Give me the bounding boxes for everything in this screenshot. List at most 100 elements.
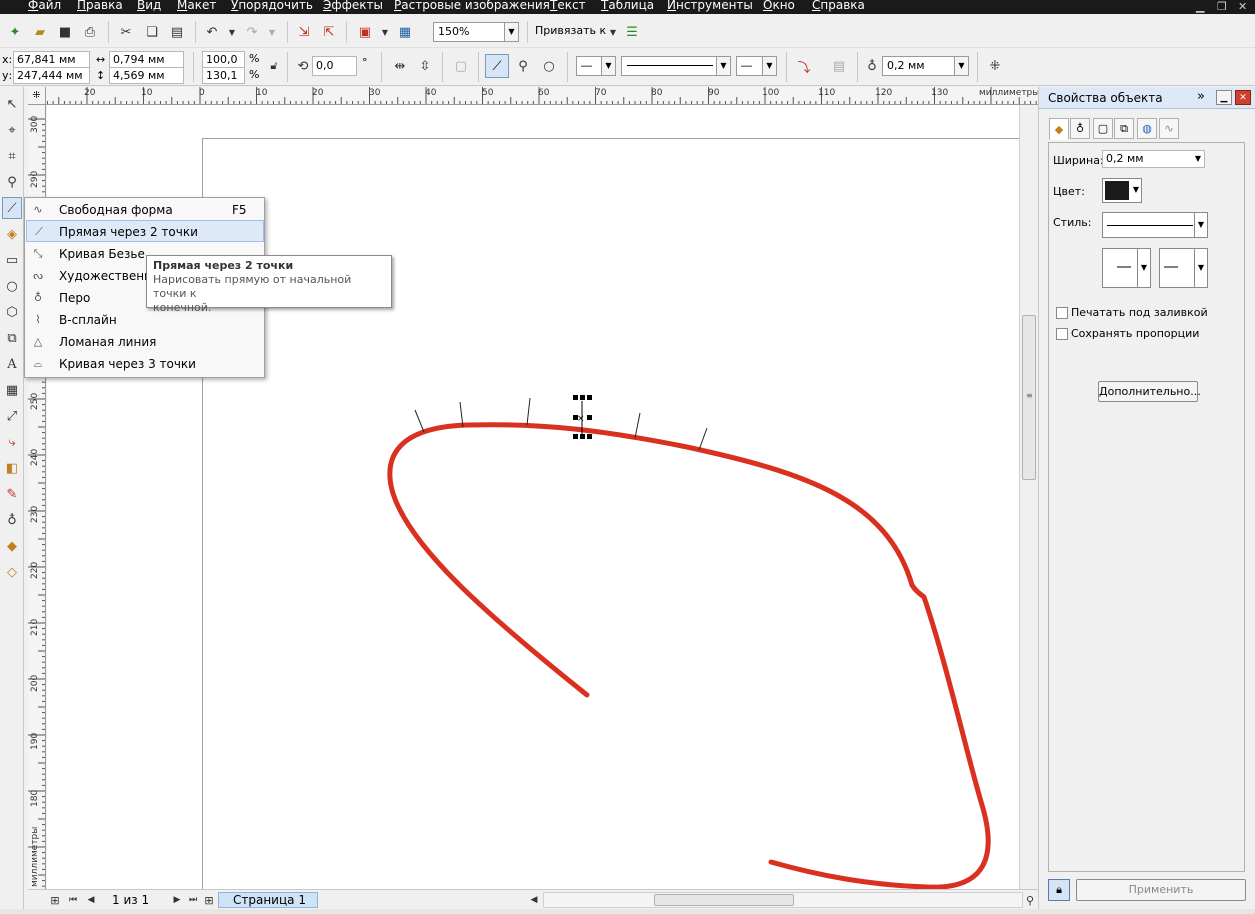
menu-table[interactable]: Таблица: [601, 0, 654, 12]
print-behind-fill-checkbox[interactable]: [1056, 307, 1068, 319]
tangent-mode-icon[interactable]: ○: [540, 57, 558, 75]
menu-text[interactable]: Текст: [550, 0, 586, 12]
start-arrowhead-dropdown[interactable]: ― ▼: [576, 56, 616, 76]
vertical-scrollbar-thumb[interactable]: ≡: [1022, 315, 1036, 480]
wrap-text-icon[interactable]: ▤: [830, 57, 848, 75]
menu-bitmaps[interactable]: Растровые изображения: [394, 0, 550, 12]
welcome-screen-icon[interactable]: ▦: [396, 23, 414, 41]
y-position-field[interactable]: 247,444 мм: [13, 67, 90, 84]
shape-tool-icon[interactable]: ⌖: [2, 119, 22, 141]
table-tool-icon[interactable]: ▦: [2, 379, 22, 401]
mirror-horizontal-icon[interactable]: ⇹: [391, 57, 409, 75]
collapse-docker-icon[interactable]: »: [1197, 89, 1205, 104]
menu-view[interactable]: Вид: [137, 0, 161, 12]
copy-icon[interactable]: ❏: [143, 23, 161, 41]
outline-width-select[interactable]: 0,2 мм ▼: [1102, 150, 1205, 168]
flyout-item-polyline[interactable]: △ Ломаная линия: [26, 331, 264, 353]
insert-page-after-icon[interactable]: ⊞: [200, 891, 218, 909]
pick-tool-icon[interactable]: ↖: [2, 93, 22, 115]
x-position-field[interactable]: 67,841 мм: [13, 51, 90, 68]
crop-tool-icon[interactable]: ⌗: [2, 145, 22, 167]
undo-dropdown-icon[interactable]: ▼: [223, 23, 241, 41]
outline-tool-icon[interactable]: ♁: [2, 509, 22, 531]
smart-fill-icon[interactable]: ◈: [2, 223, 22, 245]
lock-icon[interactable]: 🔒︎: [1048, 879, 1070, 901]
line-style-dropdown[interactable]: ▼: [621, 56, 731, 76]
insert-page-before-icon[interactable]: ⊞: [46, 891, 64, 909]
bitmap-tab-icon[interactable]: ⧉: [1114, 118, 1134, 139]
scale-x-field[interactable]: 100,0: [202, 51, 245, 68]
paste-icon[interactable]: ▤: [168, 23, 186, 41]
horizontal-scrollbar-thumb[interactable]: [654, 894, 794, 906]
ruler-origin-icon[interactable]: ⁜: [28, 87, 46, 105]
minimize-docker-icon[interactable]: ▁: [1216, 90, 1232, 105]
vertical-scrollbar[interactable]: ≡: [1019, 105, 1038, 889]
keep-proportions-checkbox[interactable]: [1056, 328, 1068, 340]
polygon-tool-icon[interactable]: ⬡: [2, 301, 22, 323]
close-icon[interactable]: ✕: [1238, 0, 1247, 14]
snap-to-label[interactable]: Привязать к: [535, 24, 606, 37]
summary-tab-icon[interactable]: ▢: [1093, 118, 1113, 139]
lock-ratio-icon[interactable]: 🔓︎: [265, 57, 283, 75]
outline-style-select[interactable]: ▼: [1102, 212, 1208, 238]
end-arrow-select[interactable]: ― ▼: [1159, 248, 1208, 288]
blend-tool-icon[interactable]: ◧: [2, 457, 22, 479]
advanced-button[interactable]: Дополнительно...: [1098, 381, 1201, 402]
import-icon[interactable]: ⇲: [295, 23, 313, 41]
mirror-vertical-icon[interactable]: ⇳: [416, 57, 434, 75]
internet-tab-icon[interactable]: ◍: [1137, 118, 1157, 139]
interactive-fill-icon[interactable]: ◇: [2, 561, 22, 583]
undo-icon[interactable]: ↶: [203, 23, 221, 41]
application-launcher-icon[interactable]: ▣: [356, 23, 374, 41]
apply-button[interactable]: Применить: [1076, 879, 1246, 901]
menu-effects[interactable]: Эффекты: [323, 0, 383, 12]
basic-shapes-icon[interactable]: ⧉: [2, 327, 22, 349]
launcher-dropdown-icon[interactable]: ▼: [376, 23, 394, 41]
fill-tab-icon[interactable]: ◆: [1049, 118, 1069, 140]
outline-pen-icon[interactable]: ♁: [863, 57, 881, 75]
flyout-item-freehand[interactable]: ∿ Свободная форма F5: [26, 199, 264, 221]
zoom-tool-icon[interactable]: ⚲: [2, 171, 22, 193]
new-icon[interactable]: ✦: [6, 23, 24, 41]
connector-tool-icon[interactable]: ⤷: [2, 431, 22, 453]
auto-close-icon[interactable]: ▢: [452, 57, 470, 75]
object-width-field[interactable]: 0,794 мм: [109, 51, 184, 68]
curve-tool-icon[interactable]: ⟋: [2, 197, 22, 219]
print-icon[interactable]: ⎙: [81, 23, 99, 41]
object-height-field[interactable]: 4,569 мм: [109, 67, 184, 84]
redo-dropdown-icon[interactable]: ▼: [263, 23, 281, 41]
fill-tool-icon[interactable]: ◆: [2, 535, 22, 557]
outline-width-dropdown[interactable]: 0,2 мм ▼: [882, 56, 969, 76]
scroll-left-icon[interactable]: ◀: [525, 891, 543, 909]
cut-icon[interactable]: ✂: [117, 23, 135, 41]
menu-help[interactable]: Справка: [812, 0, 865, 12]
text-tool-icon[interactable]: A: [2, 353, 22, 375]
open-icon[interactable]: ▰: [31, 23, 49, 41]
rotate-icon[interactable]: ⟲: [294, 57, 312, 75]
ellipse-tool-icon[interactable]: ○: [2, 275, 22, 297]
quick-customize-icon[interactable]: ⁜: [986, 57, 1004, 75]
red-curve[interactable]: [387, 422, 991, 889]
rectangle-tool-icon[interactable]: ▭: [2, 249, 22, 271]
line-mode-button[interactable]: ⟋: [485, 54, 509, 78]
menu-file[interactable]: Файл: [28, 0, 61, 12]
save-icon[interactable]: ■: [56, 23, 74, 41]
outline-tab-icon[interactable]: ♁: [1070, 118, 1090, 139]
zoom-navigator-icon[interactable]: ⚲: [1021, 891, 1039, 909]
outline-color-picker[interactable]: ▼: [1102, 178, 1142, 203]
page-tab[interactable]: Страница 1: [218, 892, 318, 908]
menu-layout[interactable]: Макет: [177, 0, 216, 12]
horizontal-ruler[interactable]: 20 10 0 10 20 30 40 50 60 70 80 90 100 1…: [28, 87, 1038, 105]
restore-icon[interactable]: ❐: [1217, 0, 1227, 14]
curve-tab-icon[interactable]: ∿: [1159, 118, 1179, 139]
minimize-icon[interactable]: ▁: [1196, 0, 1204, 14]
horizontal-scrollbar[interactable]: [543, 892, 1023, 908]
end-arrowhead-dropdown[interactable]: ― ▼: [736, 56, 777, 76]
options-icon[interactable]: ☰: [623, 23, 641, 41]
rotation-angle-field[interactable]: 0,0: [312, 56, 357, 76]
export-icon[interactable]: ⇱: [320, 23, 338, 41]
menu-edit[interactable]: Правка: [77, 0, 123, 12]
scale-y-field[interactable]: 130,1: [202, 67, 245, 84]
start-arrow-select[interactable]: ― ▼: [1102, 248, 1151, 288]
flyout-item-three-point-curve[interactable]: ⌓ Кривая через 3 точки: [26, 353, 264, 375]
